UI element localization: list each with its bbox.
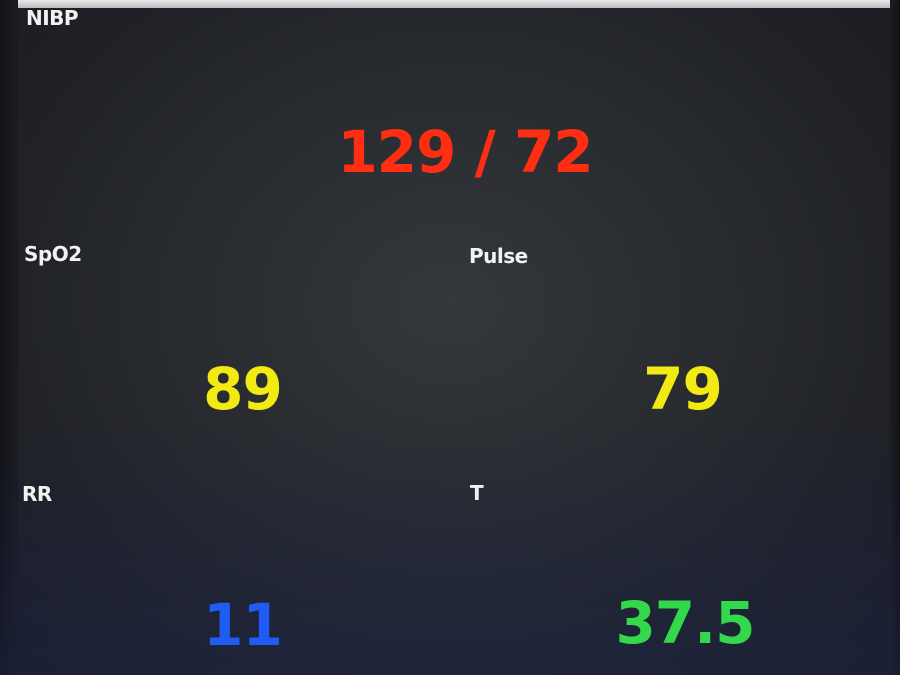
vital-signs-monitor: NIBP 129 / 72 SpO2 89 Pulse 79 RR 11 T 3… xyxy=(0,0,900,675)
respiratory-rate-label: RR xyxy=(22,482,52,506)
nibp-value: 129 / 72 xyxy=(337,118,593,186)
monitor-bezel-left xyxy=(0,0,18,675)
temperature-value: 37.5 xyxy=(615,589,755,657)
respiratory-rate-value: 11 xyxy=(203,591,283,659)
monitor-bezel-top xyxy=(0,0,900,8)
spo2-label: SpO2 xyxy=(24,242,82,266)
pulse-label: Pulse xyxy=(469,244,528,268)
pulse-value: 79 xyxy=(643,355,723,423)
nibp-label: NIBP xyxy=(26,6,79,30)
temperature-label: T xyxy=(470,481,484,505)
spo2-value: 89 xyxy=(203,355,283,423)
monitor-bezel-right xyxy=(890,0,900,675)
